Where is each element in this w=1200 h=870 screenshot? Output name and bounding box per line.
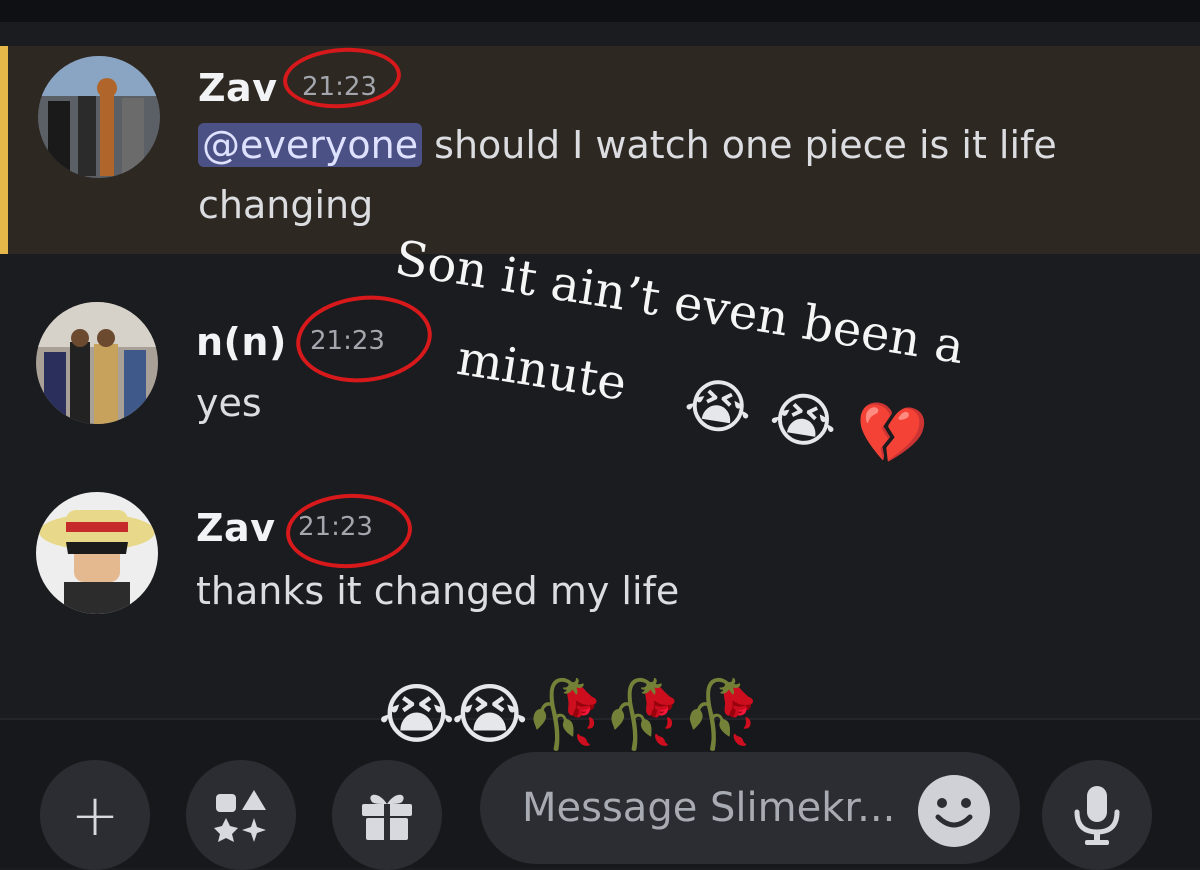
avatar[interactable]: [36, 492, 158, 614]
apps-icon: [214, 790, 266, 842]
author-name[interactable]: Zav: [196, 506, 275, 550]
message-text-line1: should I watch one piece is it life: [434, 123, 1057, 167]
add-attachment-button[interactable]: +: [40, 760, 150, 870]
emoji-picker-button[interactable]: [918, 775, 990, 847]
apps-button[interactable]: [186, 760, 296, 870]
bottom-emojis: 😭😭🥀🥀🥀: [378, 676, 763, 753]
plus-icon: +: [70, 781, 120, 849]
avatar-straw-hat-character: [36, 492, 158, 614]
avatar[interactable]: [38, 56, 160, 178]
message-3[interactable]: Zav 21:23 thanks it changed my life: [0, 480, 1200, 630]
avatar-photo-group: [36, 302, 158, 424]
message-text-line2: changing: [198, 183, 374, 227]
avatar-photo-group: [38, 56, 160, 178]
gift-button[interactable]: [332, 760, 442, 870]
everyone-mention[interactable]: @everyone: [198, 123, 423, 167]
avatar[interactable]: [36, 302, 158, 424]
message-1[interactable]: Zav 21:23 @everyone should I watch one p…: [0, 46, 1200, 254]
author-name[interactable]: Zav: [198, 66, 277, 110]
top-strip: [0, 0, 1200, 22]
message-text: @everyone should I watch one piece is it…: [198, 116, 1057, 174]
voice-message-button[interactable]: [1042, 760, 1152, 870]
smile-emoji-icon: [920, 777, 988, 845]
message-input-placeholder: Message Slimekr...: [522, 785, 896, 831]
author-name[interactable]: n(n): [196, 320, 287, 364]
message-text: yes: [196, 381, 262, 425]
gift-icon: [362, 794, 412, 840]
message-text: thanks it changed my life: [196, 569, 680, 613]
microphone-icon: [1074, 786, 1120, 845]
